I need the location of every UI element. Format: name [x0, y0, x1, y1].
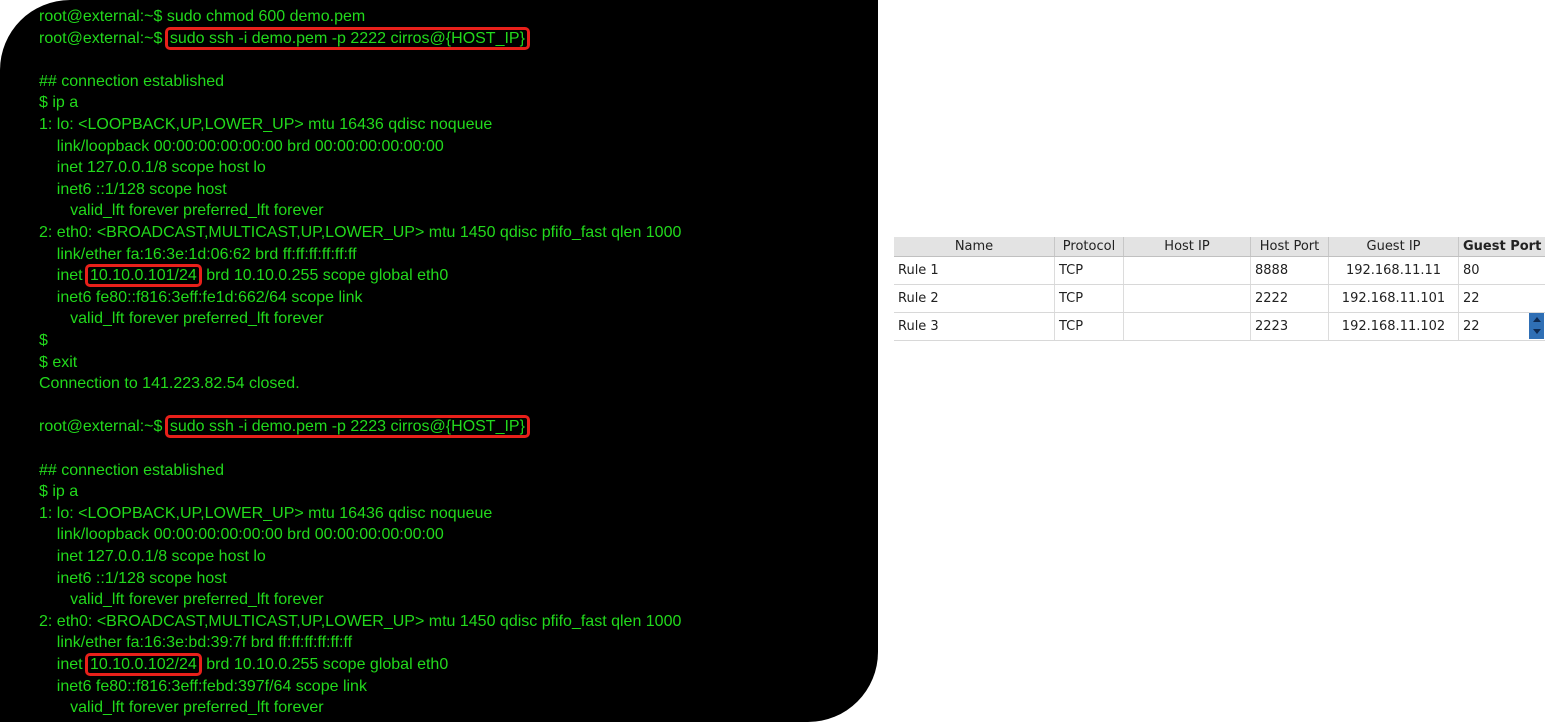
terminal-line: valid_lft forever preferred_lft forever [39, 590, 324, 610]
rule-host-port-cell[interactable]: 2222 [1250, 284, 1329, 313]
terminal-line-text: link/ether fa:16:3e:bd:39:7f brd ff:ff:f… [39, 634, 353, 652]
terminal-window: root@external:~$ sudo chmod 600 demo.pem… [0, 0, 878, 722]
rule-guest-port-cell[interactable]: 80 [1458, 256, 1546, 285]
rule-guest-ip-cell[interactable]: 192.168.11.11 [1328, 256, 1459, 285]
terminal-line: link/loopback 00:00:00:00:00:00 brd 00:0… [39, 137, 444, 157]
terminal-line: 2: eth0: <BROADCAST,MULTICAST,UP,LOWER_U… [39, 612, 681, 632]
table-row[interactable]: Rule 2 TCP 2222 192.168.11.101 22 [894, 284, 1546, 313]
terminal-line-text: inet6 ::1/128 scope host [39, 180, 227, 198]
terminal-line: valid_lft forever preferred_lft forever [39, 201, 324, 221]
terminal-line: root@external:~$ sudo ssh -i demo.pem -p… [39, 415, 530, 439]
terminal-line-text: $ exit [39, 353, 78, 371]
terminal-line-text: inet6 ::1/128 scope host [39, 569, 227, 587]
terminal-line: inet 127.0.0.1/8 scope host lo [39, 158, 266, 178]
terminal-line-text: inet6 fe80::f816:3eff:fe1d:662/64 scope … [39, 288, 363, 306]
terminal-line: $ [39, 331, 48, 351]
arrow-down-icon[interactable] [1533, 329, 1541, 334]
terminal-line-text: link/loopback 00:00:00:00:00:00 brd 00:0… [39, 137, 444, 155]
terminal-line: inet6 fe80::f816:3eff:febd:397f/64 scope… [39, 677, 367, 697]
terminal-line-text: brd 10.10.0.255 scope global eth0 [201, 656, 449, 673]
column-header-host-ip[interactable]: Host IP [1123, 237, 1251, 257]
terminal-line: ## connection established [39, 72, 224, 92]
terminal-line-text: valid_lft forever preferred_lft forever [39, 202, 324, 220]
rule-host-port-cell[interactable]: 2223 [1250, 312, 1329, 341]
rule-host-port-cell[interactable]: 8888 [1250, 256, 1329, 285]
rule-protocol-cell[interactable]: TCP [1054, 284, 1124, 313]
terminal-line: 2: eth0: <BROADCAST,MULTICAST,UP,LOWER_U… [39, 223, 681, 243]
rule-guest-ip-cell[interactable]: 192.168.11.101 [1328, 284, 1459, 313]
terminal-line-text: 2: eth0: <BROADCAST,MULTICAST,UP,LOWER_U… [39, 224, 682, 241]
terminal-output: root@external:~$ sudo chmod 600 demo.pem… [0, 0, 878, 722]
terminal-line: inet6 fe80::f816:3eff:fe1d:662/64 scope … [39, 288, 363, 308]
terminal-line: 1: lo: <LOOPBACK,UP,LOWER_UP> mtu 16436 … [39, 115, 492, 135]
terminal-line: link/ether fa:16:3e:1d:06:62 brd ff:ff:f… [39, 245, 357, 265]
terminal-line-text: 1: lo: <LOOPBACK,UP,LOWER_UP> mtu 16436 … [39, 504, 493, 522]
rule-name-cell[interactable]: Rule 2 [894, 284, 1055, 313]
table-row[interactable]: Rule 3 TCP 2223 192.168.11.102 22 [894, 312, 1546, 341]
terminal-line-text: inet [39, 656, 88, 673]
spin-arrows-icon[interactable] [1529, 313, 1544, 339]
terminal-line: $ ip a [39, 93, 78, 113]
terminal-line-text: inet 127.0.0.1/8 scope host lo [39, 159, 266, 177]
terminal-line: valid_lft forever preferred_lft forever [39, 698, 324, 718]
rule-guest-port-cell[interactable]: 22 [1458, 284, 1546, 313]
column-header-host-port[interactable]: Host Port [1250, 237, 1329, 257]
highlighted-text: sudo ssh -i demo.pem -p 2222 cirros@{HOS… [164, 26, 530, 50]
terminal-line-text: link/loopback 00:00:00:00:00:00 brd 00:0… [39, 526, 444, 544]
table-row[interactable]: Rule 1 TCP 8888 192.168.11.11 80 [894, 256, 1546, 285]
arrow-up-icon[interactable] [1533, 317, 1541, 322]
terminal-line: root@external:~$ sudo ssh -i demo.pem -p… [39, 26, 530, 50]
terminal-line: Connection to 141.223.82.54 closed. [39, 374, 300, 394]
terminal-line: inet6 ::1/128 scope host [39, 180, 227, 200]
rule-guest-ip-cell[interactable]: 192.168.11.102 [1328, 312, 1459, 341]
column-header-protocol[interactable]: Protocol [1054, 237, 1124, 257]
port-forwarding-rules-table: Name Protocol Host IP Host Port Guest IP… [894, 237, 1546, 341]
terminal-line-text: root@external:~$ [39, 29, 167, 47]
terminal-line: $ ip a [39, 482, 78, 502]
terminal-line-text: 2: eth0: <BROADCAST,MULTICAST,UP,LOWER_U… [39, 612, 682, 630]
rule-name-cell[interactable]: Rule 1 [894, 256, 1055, 285]
terminal-line: root@external:~$ sudo chmod 600 demo.pem [39, 7, 365, 27]
rule-name-cell[interactable]: Rule 3 [894, 312, 1055, 341]
terminal-line: ## connection established [39, 461, 224, 481]
terminal-line: inet 10.10.0.101/24 brd 10.10.0.255 scop… [39, 264, 449, 288]
rule-host-ip-cell[interactable] [1123, 284, 1251, 313]
terminal-line-text: root@external:~$ sudo chmod 600 demo.pem [39, 8, 366, 25]
table-header-row: Name Protocol Host IP Host Port Guest IP… [894, 237, 1546, 257]
terminal-line-text: root@external:~$ [39, 418, 167, 436]
terminal-line-text: inet [39, 267, 88, 285]
rule-protocol-cell[interactable]: TCP [1054, 312, 1124, 341]
terminal-line: $ exit [39, 353, 77, 373]
terminal-line-text: ## connection established [39, 72, 225, 90]
terminal-line: inet 10.10.0.102/24 brd 10.10.0.255 scop… [39, 653, 449, 676]
terminal-line-text: Connection to 141.223.82.54 closed. [39, 375, 300, 393]
column-header-guest-port[interactable]: Guest Port [1458, 237, 1546, 257]
highlighted-text: 10.10.0.101/24 [85, 264, 202, 288]
terminal-line-text: inet6 fe80::f816:3eff:febd:397f/64 scope… [39, 677, 367, 695]
terminal-line-text: $ ip a [39, 483, 79, 501]
rule-host-ip-cell[interactable] [1123, 312, 1251, 341]
highlighted-text: sudo ssh -i demo.pem -p 2223 cirros@{HOS… [164, 415, 530, 439]
terminal-line-text: link/ether fa:16:3e:1d:06:62 brd ff:ff:f… [39, 245, 357, 263]
terminal-line: link/loopback 00:00:00:00:00:00 brd 00:0… [39, 525, 444, 545]
terminal-line-text: valid_lft forever preferred_lft forever [39, 591, 324, 609]
column-header-guest-ip[interactable]: Guest IP [1328, 237, 1459, 257]
terminal-line: 1: lo: <LOOPBACK,UP,LOWER_UP> mtu 16436 … [39, 504, 492, 524]
terminal-line: valid_lft forever preferred_lft forever [39, 309, 324, 329]
column-header-name[interactable]: Name [894, 237, 1055, 257]
terminal-line-text: valid_lft forever preferred_lft forever [39, 310, 324, 328]
terminal-line-text: $ ip a [39, 94, 79, 112]
rule-protocol-cell[interactable]: TCP [1054, 256, 1124, 285]
terminal-line: inet6 ::1/128 scope host [39, 569, 227, 589]
terminal-line-text: brd 10.10.0.255 scope global eth0 [201, 267, 449, 285]
terminal-line-text: ## connection established [39, 461, 225, 479]
terminal-line: link/ether fa:16:3e:bd:39:7f brd ff:ff:f… [39, 633, 352, 653]
highlighted-text: 10.10.0.102/24 [85, 653, 202, 676]
terminal-line-text: $ [39, 332, 48, 349]
rule-host-ip-cell[interactable] [1123, 256, 1251, 285]
terminal-line: inet 127.0.0.1/8 scope host lo [39, 547, 266, 567]
terminal-line-text: inet 127.0.0.1/8 scope host lo [39, 548, 266, 565]
terminal-line-text: 1: lo: <LOOPBACK,UP,LOWER_UP> mtu 16436 … [39, 116, 493, 133]
terminal-line-text: valid_lft forever preferred_lft forever [39, 699, 324, 717]
